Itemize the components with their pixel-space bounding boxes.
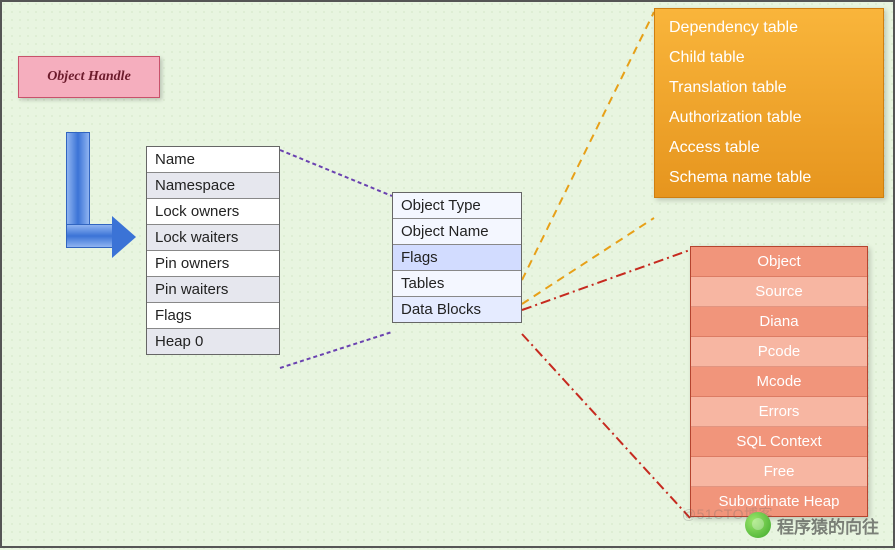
table-row: Name — [147, 147, 279, 173]
table-row: Pin owners — [147, 251, 279, 277]
list-item: Pcode — [691, 337, 867, 367]
list-item: Schema name table — [655, 163, 883, 193]
table-row: Heap 0 — [147, 329, 279, 354]
list-item: SQL Context — [691, 427, 867, 457]
table-row: Pin waiters — [147, 277, 279, 303]
list-item: Child table — [655, 43, 883, 73]
list-item: Dependency table — [655, 13, 883, 43]
table-row: Object Type — [393, 193, 521, 219]
table-row: Lock waiters — [147, 225, 279, 251]
list-item: Diana — [691, 307, 867, 337]
table-row: Object Name — [393, 219, 521, 245]
list-item: Free — [691, 457, 867, 487]
watermark-text: 程序猿的向往 — [777, 513, 879, 538]
watermark: 程序猿的向往 — [745, 512, 879, 538]
mid-table: Object Type Object Name Flags Tables Dat… — [392, 192, 522, 323]
table-row: Flags — [393, 245, 521, 271]
table-row: Flags — [147, 303, 279, 329]
list-item: Object — [691, 247, 867, 277]
title-box: Object Handle — [18, 56, 160, 98]
tables-expansion: Dependency table Child table Translation… — [654, 8, 884, 198]
arrow-icon — [60, 132, 130, 252]
table-row: Tables — [393, 271, 521, 297]
table-row: Namespace — [147, 173, 279, 199]
table-row: Data Blocks — [393, 297, 521, 322]
main-table: Name Namespace Lock owners Lock waiters … — [146, 146, 280, 355]
list-item: Authorization table — [655, 103, 883, 133]
list-item: Access table — [655, 133, 883, 163]
wechat-icon — [745, 512, 771, 538]
table-row: Lock owners — [147, 199, 279, 225]
list-item: Errors — [691, 397, 867, 427]
list-item: Source — [691, 277, 867, 307]
datablocks-expansion: Object Source Diana Pcode Mcode Errors S… — [690, 246, 868, 517]
list-item: Mcode — [691, 367, 867, 397]
list-item: Translation table — [655, 73, 883, 103]
